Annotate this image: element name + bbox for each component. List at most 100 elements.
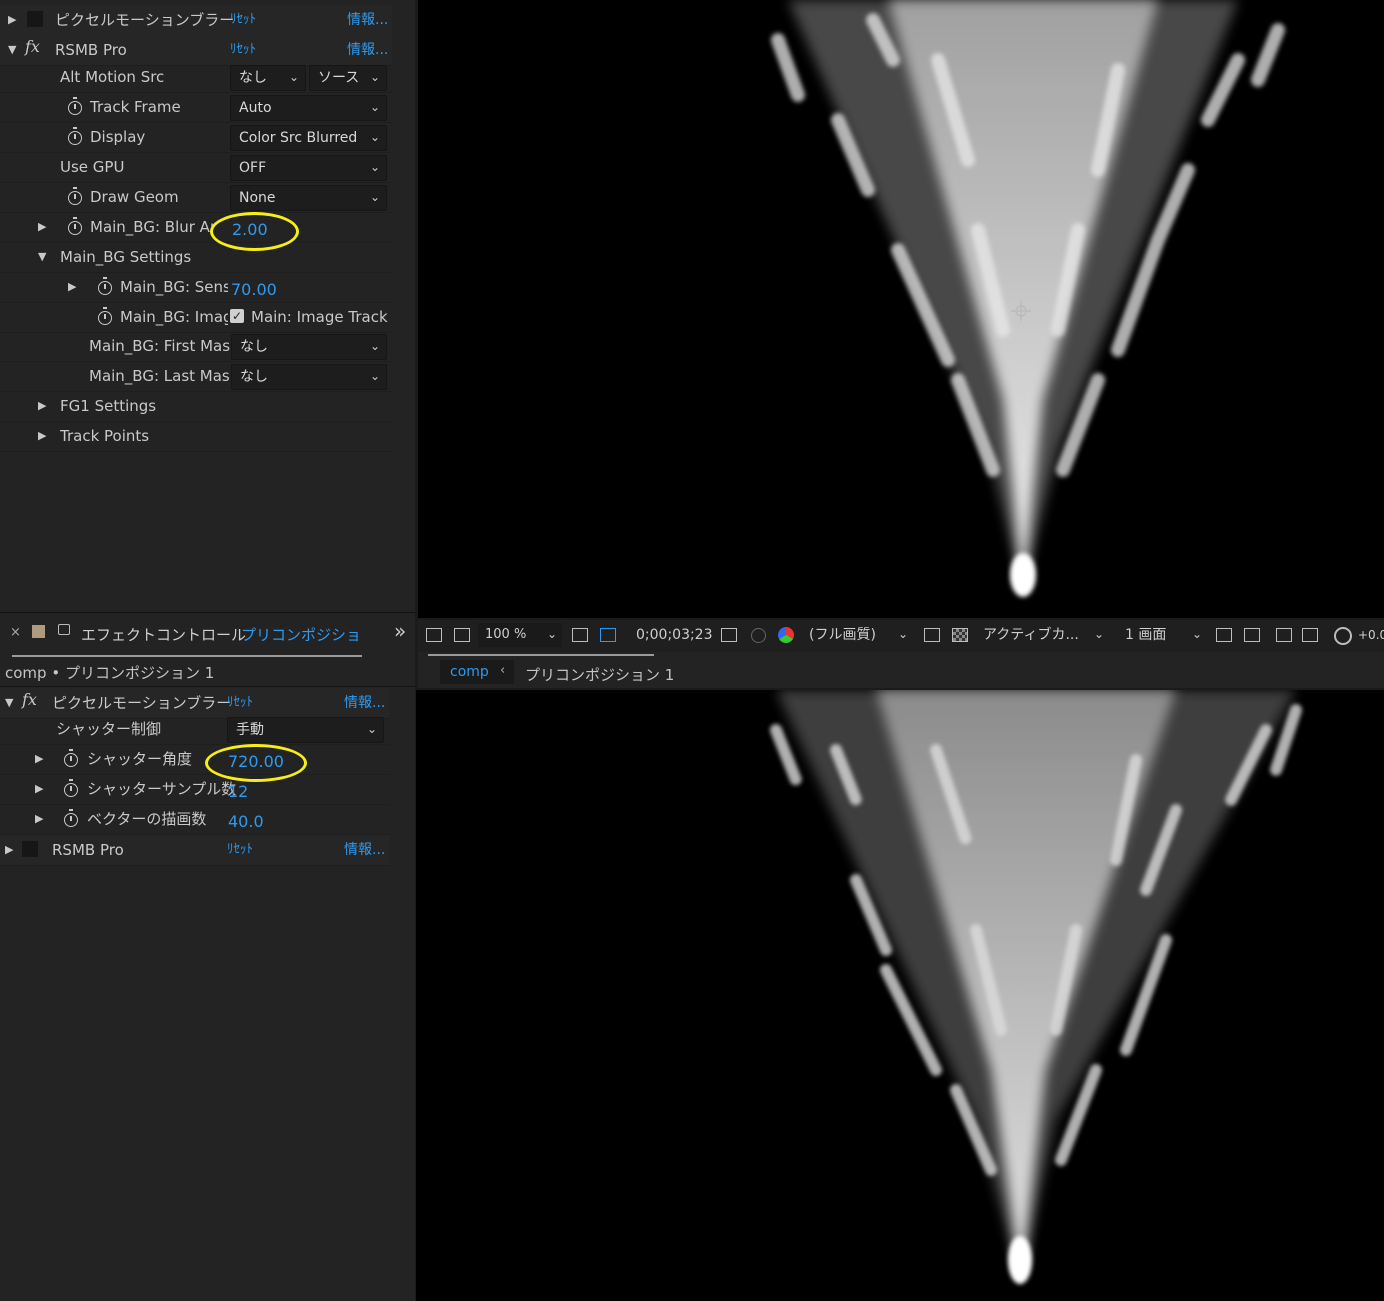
- use-gpu-dropdown[interactable]: OFF ⌄: [230, 155, 387, 181]
- group-fg1-settings[interactable]: ▶ FG1 Settings: [0, 391, 392, 422]
- transparency-grid-icon[interactable]: [952, 628, 968, 642]
- prop-blur-amt: ▶ Main_BG: Blur Amt 2.00: [0, 212, 392, 243]
- always-preview-icon[interactable]: [426, 628, 442, 642]
- stopwatch-icon[interactable]: [98, 307, 112, 325]
- group-label: FG1 Settings: [60, 397, 157, 415]
- viewer-bottom[interactable]: [416, 690, 1384, 1301]
- toggle-pixel-aspect-icon[interactable]: [1216, 628, 1232, 642]
- display-icon[interactable]: [454, 628, 470, 642]
- show-snapshot-icon[interactable]: [751, 628, 766, 643]
- prop-label: Main_BG: Blur Amt: [90, 218, 215, 236]
- effect-toggle-box[interactable]: [22, 841, 38, 857]
- stopwatch-icon[interactable]: [64, 809, 78, 827]
- last-mask-dropdown[interactable]: なし ⌄: [231, 364, 387, 390]
- sensitivity-value[interactable]: 70.00: [231, 275, 277, 305]
- expand-triangle-icon[interactable]: ▶: [38, 391, 46, 421]
- collapse-triangle-icon[interactable]: ▼: [38, 242, 46, 272]
- tab-precomp[interactable]: プリコンポジション 1: [525, 664, 674, 685]
- panel-title[interactable]: エフェクトコントロール: [81, 624, 246, 645]
- resolution-value: (フル画質): [809, 627, 876, 643]
- chevron-down-icon: ⌄: [366, 722, 377, 736]
- viewer-bottom-render: [770, 690, 1302, 1284]
- stopwatch-icon[interactable]: [98, 277, 112, 295]
- vector-draw-value[interactable]: 40.0: [228, 807, 264, 837]
- prop-first-mask: Main_BG: First Mask なし ⌄: [0, 331, 392, 362]
- panel-color-swatch: [32, 625, 45, 638]
- mask-path-icon[interactable]: [600, 628, 616, 642]
- expand-triangle-icon[interactable]: ▶: [35, 744, 43, 774]
- dropdown-value: なし: [239, 70, 267, 86]
- expand-triangle-icon[interactable]: ▶: [35, 774, 43, 804]
- stopwatch-icon[interactable]: [68, 217, 82, 235]
- viewer-top[interactable]: [418, 0, 1384, 618]
- prop-shutter-control: シャッター制御 手動 ⌄: [0, 714, 390, 745]
- camera-snapshot-icon[interactable]: [721, 628, 737, 642]
- fx-icon[interactable]: fx: [22, 690, 37, 709]
- expand-triangle-icon[interactable]: ▶: [68, 272, 76, 302]
- panel-overflow-icon[interactable]: »: [394, 619, 406, 643]
- group-track-points[interactable]: ▶ Track Points: [0, 421, 392, 452]
- reset-link[interactable]: ﾘｾｯﾄ: [230, 5, 256, 35]
- color-channels-icon[interactable]: [778, 627, 794, 643]
- group-main-bg-settings[interactable]: ▼ Main_BG Settings: [0, 242, 392, 273]
- display-dropdown[interactable]: Color Src Blurred ⌄: [230, 125, 387, 151]
- alt-motion-src-layer-dropdown[interactable]: なし ⌄: [230, 65, 306, 91]
- flowchart-icon[interactable]: [1302, 628, 1318, 642]
- panel-comp-name[interactable]: プリコンポジション: [241, 624, 363, 645]
- expand-triangle-icon[interactable]: ▶: [38, 212, 46, 242]
- expand-triangle-icon[interactable]: ▶: [35, 804, 43, 834]
- checkbox[interactable]: ✓: [230, 309, 244, 323]
- collapse-triangle-icon[interactable]: ▼: [8, 35, 16, 65]
- stopwatch-icon[interactable]: [68, 97, 82, 115]
- info-link[interactable]: 情報...: [347, 5, 388, 35]
- prop-shutter-angle: ▶ シャッター角度 720.00: [0, 744, 390, 775]
- region-of-interest-icon[interactable]: [572, 628, 588, 642]
- chevron-down-icon: ⌄: [898, 627, 909, 641]
- prop-label: Track Frame: [90, 98, 181, 116]
- reset-exposure-icon[interactable]: [1334, 627, 1352, 645]
- lock-icon[interactable]: [58, 624, 70, 635]
- fast-preview-lightning-icon[interactable]: [1244, 628, 1260, 642]
- effect-header-pixel-motion-blur[interactable]: ▶ ピクセルモーションブラー ﾘｾｯﾄ 情報...: [0, 5, 392, 36]
- dropdown-value: Color Src Blurred: [239, 130, 358, 146]
- chevron-down-icon: ⌄: [547, 627, 558, 641]
- zoom-dropdown[interactable]: 100 % ⌄: [478, 623, 562, 647]
- stopwatch-icon[interactable]: [68, 187, 82, 205]
- expand-triangle-icon[interactable]: ▶: [38, 421, 46, 451]
- fx-icon[interactable]: fx: [25, 37, 40, 56]
- dropdown-value: なし: [240, 339, 268, 355]
- expand-triangle-icon[interactable]: ▶: [5, 835, 13, 865]
- expand-triangle-icon[interactable]: ▶: [8, 5, 16, 35]
- resolution-dropdown[interactable]: (フル画質) ⌄: [804, 623, 916, 647]
- first-mask-dropdown[interactable]: なし ⌄: [231, 334, 387, 360]
- shutter-samples-value[interactable]: 12: [228, 777, 248, 807]
- view-layout-dropdown[interactable]: 1 画面 ⌄: [1120, 623, 1210, 647]
- prop-label: Main_BG: First Mask: [89, 337, 239, 355]
- info-link[interactable]: 情報...: [344, 835, 385, 865]
- stopwatch-icon[interactable]: [68, 127, 82, 145]
- fast-previews-icon[interactable]: [924, 628, 940, 642]
- timecode[interactable]: 0;00;03;23: [636, 620, 713, 650]
- stopwatch-icon[interactable]: [64, 749, 78, 767]
- draw-geom-dropdown[interactable]: None ⌄: [230, 185, 387, 211]
- panel-tab-bar: × エフェクトコントロール プリコンポジション »: [0, 612, 415, 659]
- timeline-icon[interactable]: [1276, 628, 1292, 642]
- shutter-control-dropdown[interactable]: 手動 ⌄: [227, 717, 384, 743]
- reset-link[interactable]: ﾘｾｯﾄ: [227, 835, 253, 865]
- tab-underline: [428, 654, 654, 656]
- prop-last-mask: Main_BG: Last Mask なし ⌄: [0, 361, 392, 392]
- effect-header-rsmb-pro[interactable]: ▶ RSMB Pro ﾘｾｯﾄ 情報...: [0, 835, 390, 866]
- info-link[interactable]: 情報...: [347, 35, 388, 65]
- reset-link[interactable]: ﾘｾｯﾄ: [230, 35, 256, 65]
- viewer-toolbar: 100 % ⌄ 0;00;03;23 (フル画質) ⌄ アクティブカ... ⌄ …: [418, 620, 1384, 652]
- camera-view-dropdown[interactable]: アクティブカ... ⌄: [978, 623, 1112, 647]
- track-frame-dropdown[interactable]: Auto ⌄: [230, 95, 387, 121]
- tab-comp[interactable]: comp ‹: [440, 660, 514, 684]
- close-icon[interactable]: ×: [10, 625, 21, 640]
- alt-motion-src-source-dropdown[interactable]: ソース ⌄: [309, 65, 387, 91]
- exposure-value[interactable]: +0.0: [1358, 620, 1384, 650]
- panel-tab-underline: [12, 655, 362, 657]
- stopwatch-icon[interactable]: [64, 779, 78, 797]
- effect-toggle-box[interactable]: [27, 11, 43, 27]
- dropdown-value: 手動: [236, 722, 264, 738]
